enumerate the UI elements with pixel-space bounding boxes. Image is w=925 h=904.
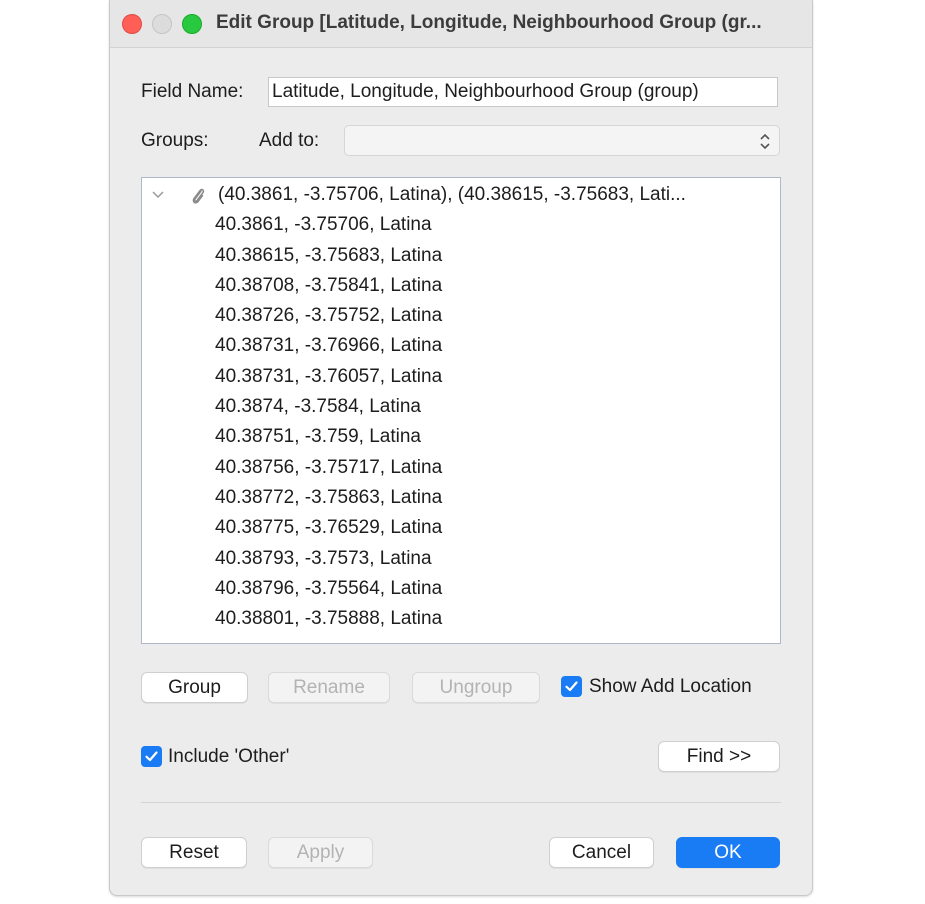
- field-name-input[interactable]: Latitude, Longitude, Neighbourhood Group…: [268, 77, 778, 107]
- apply-button[interactable]: Apply: [268, 837, 373, 868]
- cancel-button[interactable]: Cancel: [549, 837, 654, 868]
- chevron-updown-icon: [760, 133, 770, 150]
- group-button[interactable]: Group: [141, 672, 248, 703]
- list-item[interactable]: 40.38731, -3.76057, Latina: [142, 362, 780, 392]
- chevron-down-icon[interactable]: [151, 189, 165, 201]
- add-to-select[interactable]: [344, 125, 780, 156]
- add-to-label: Add to:: [259, 130, 320, 151]
- reset-button[interactable]: Reset: [141, 837, 247, 868]
- list-item[interactable]: 40.38726, -3.75752, Latina: [142, 301, 780, 331]
- group-row[interactable]: (40.3861, -3.75706, Latina), (40.38615, …: [142, 180, 780, 210]
- close-window-button[interactable]: [122, 14, 142, 34]
- list-item[interactable]: 40.38775, -3.76529, Latina: [142, 513, 780, 543]
- list-item[interactable]: 40.38772, -3.75863, Latina: [142, 483, 780, 513]
- edit-group-dialog: Edit Group [Latitude, Longitude, Neighbo…: [109, 0, 813, 896]
- list-item[interactable]: 40.38708, -3.75841, Latina: [142, 271, 780, 301]
- field-name-label: Field Name:: [141, 81, 244, 102]
- list-item[interactable]: 40.3861, -3.75706, Latina: [142, 210, 780, 240]
- group-members-list[interactable]: (40.3861, -3.75706, Latina), (40.38615, …: [141, 177, 781, 644]
- list-item[interactable]: 40.38796, -3.75564, Latina: [142, 574, 780, 604]
- list-item[interactable]: 40.38731, -3.76966, Latina: [142, 331, 780, 361]
- checkmark-icon: [145, 751, 158, 762]
- list-item[interactable]: 40.38751, -3.759, Latina: [142, 422, 780, 452]
- list-item[interactable]: 40.38756, -3.75717, Latina: [142, 453, 780, 483]
- group-members-list-inner: (40.3861, -3.75706, Latina), (40.38615, …: [142, 180, 780, 634]
- include-other-checkbox[interactable]: [141, 746, 162, 767]
- show-add-location-checkbox[interactable]: [561, 676, 582, 697]
- list-item[interactable]: 40.38615, -3.75683, Latina: [142, 241, 780, 271]
- ok-button[interactable]: OK: [676, 837, 780, 868]
- list-item[interactable]: 40.38801, -3.75888, Latina: [142, 604, 780, 634]
- find-button[interactable]: Find >>: [658, 741, 780, 772]
- zoom-window-button[interactable]: [182, 14, 202, 34]
- rename-button[interactable]: Rename: [268, 672, 390, 703]
- show-add-location-label[interactable]: Show Add Location: [589, 676, 752, 698]
- include-other-label[interactable]: Include 'Other': [168, 746, 289, 768]
- ungroup-button[interactable]: Ungroup: [412, 672, 540, 703]
- groups-label: Groups:: [141, 130, 209, 151]
- window-title: Edit Group [Latitude, Longitude, Neighbo…: [216, 12, 762, 33]
- list-item[interactable]: 40.38793, -3.7573, Latina: [142, 544, 780, 574]
- list-item[interactable]: 40.3874, -3.7584, Latina: [142, 392, 780, 422]
- divider: [141, 802, 781, 803]
- title-bar: Edit Group [Latitude, Longitude, Neighbo…: [110, 0, 812, 48]
- group-label: (40.3861, -3.75706, Latina), (40.38615, …: [218, 184, 686, 205]
- checkmark-icon: [565, 681, 578, 692]
- paperclip-icon: [192, 188, 205, 204]
- minimize-window-button[interactable]: [152, 14, 172, 34]
